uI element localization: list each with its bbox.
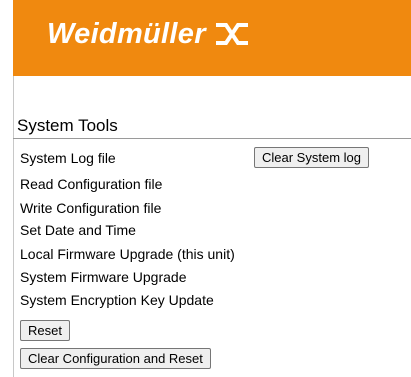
brand-header: Weidmüller — [13, 0, 411, 76]
brand-logo: Weidmüller — [47, 17, 250, 51]
system-firmware-upgrade-link[interactable]: System Firmware Upgrade — [20, 268, 187, 286]
title-divider — [13, 138, 411, 139]
system-encryption-key-update-link[interactable]: System Encryption Key Update — [20, 291, 214, 309]
brand-name: Weidmüller — [47, 18, 206, 50]
system-log-file-link[interactable]: System Log file — [20, 149, 116, 167]
write-configuration-file-link[interactable]: Write Configuration file — [20, 199, 161, 217]
reset-button[interactable]: Reset — [20, 320, 70, 341]
left-border — [13, 76, 14, 377]
read-configuration-file-link[interactable]: Read Configuration file — [20, 175, 162, 193]
clear-system-log-button[interactable]: Clear System log — [254, 147, 369, 168]
weidmuller-cross-icon — [214, 21, 250, 47]
clear-configuration-and-reset-button[interactable]: Clear Configuration and Reset — [20, 348, 211, 369]
page: Weidmüller System Tools System Log file … — [0, 0, 411, 377]
set-date-and-time-link[interactable]: Set Date and Time — [20, 221, 136, 239]
local-firmware-upgrade-link[interactable]: Local Firmware Upgrade (this unit) — [20, 245, 235, 263]
page-title: System Tools — [17, 116, 118, 135]
